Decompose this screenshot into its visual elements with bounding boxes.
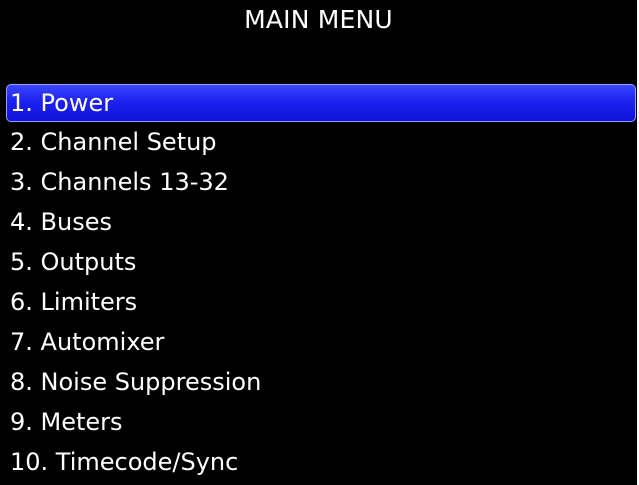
- menu-item-meters[interactable]: 9. Meters: [0, 403, 637, 443]
- menu-list: 1. Power 2. Channel Setup 3. Channels 13…: [0, 83, 637, 483]
- page-title: MAIN MENU: [244, 5, 393, 34]
- main-menu-screen: MAIN MENU 1. Power 2. Channel Setup 3. C…: [0, 0, 637, 485]
- menu-item-buses[interactable]: 4. Buses: [0, 203, 637, 243]
- menu-item-outputs[interactable]: 5. Outputs: [0, 243, 637, 283]
- menu-item-power[interactable]: 1. Power: [6, 84, 636, 122]
- menu-item-automixer[interactable]: 7. Automixer: [0, 323, 637, 363]
- menu-item-limiters[interactable]: 6. Limiters: [0, 283, 637, 323]
- menu-item-noise-suppression[interactable]: 8. Noise Suppression: [0, 363, 637, 403]
- menu-item-channels-13-32[interactable]: 3. Channels 13-32: [0, 163, 637, 203]
- menu-item-timecode-sync[interactable]: 10. Timecode/Sync: [0, 443, 637, 483]
- menu-item-channel-setup[interactable]: 2. Channel Setup: [0, 123, 637, 163]
